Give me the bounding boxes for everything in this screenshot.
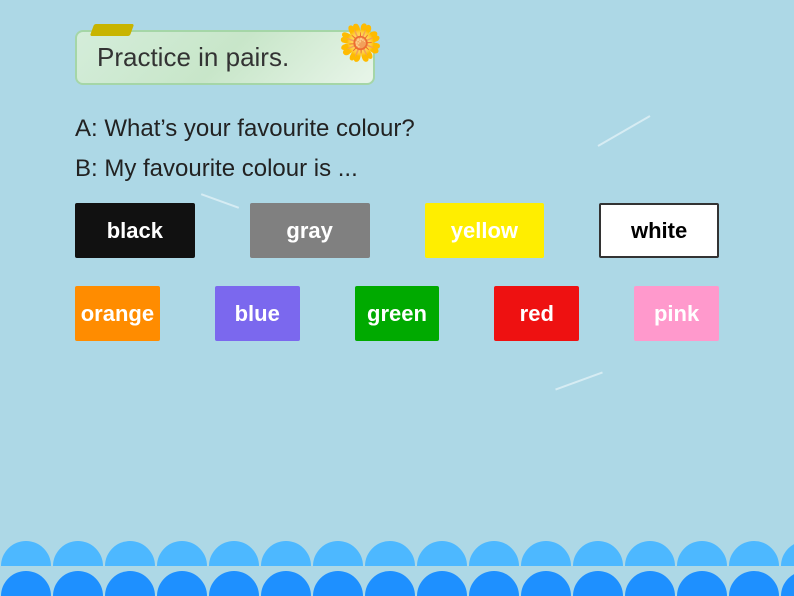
color-box-green[interactable]: green xyxy=(355,286,440,341)
wave-circle xyxy=(105,571,155,596)
wave-circle xyxy=(417,541,467,566)
wave-circle xyxy=(417,571,467,596)
color-box-black[interactable]: black xyxy=(75,203,195,258)
wave-circle xyxy=(261,571,311,596)
wave-decoration xyxy=(0,516,794,596)
wave-circle xyxy=(209,541,259,566)
question-a: A: What’s your favourite colour? xyxy=(75,115,719,143)
wave-circle xyxy=(469,541,519,566)
color-row-2: orange blue green redpink xyxy=(75,286,719,341)
wave-circle xyxy=(365,571,415,596)
color-row-1: black gray yellow white xyxy=(75,203,719,258)
wave-circle xyxy=(209,571,259,596)
wave-circle xyxy=(625,541,675,566)
wave-circle xyxy=(521,541,571,566)
color-box-pink[interactable]: pink xyxy=(634,286,719,341)
wave-circle xyxy=(365,541,415,566)
wave-circle xyxy=(573,541,623,566)
wave-circle xyxy=(53,571,103,596)
color-box-yellow[interactable]: yellow xyxy=(425,203,545,258)
wave-circle xyxy=(1,541,51,566)
wave-row-1 xyxy=(0,541,794,566)
wave-circle xyxy=(261,541,311,566)
wave-circle xyxy=(313,571,363,596)
wave-circle xyxy=(469,571,519,596)
wave-circle xyxy=(313,541,363,566)
color-box-gray[interactable]: gray xyxy=(250,203,370,258)
wave-circle xyxy=(781,541,794,566)
wave-circle xyxy=(157,571,207,596)
color-box-red[interactable]: red xyxy=(494,286,579,341)
deco-line-2 xyxy=(555,372,603,391)
wave-circle xyxy=(573,571,623,596)
wave-circle xyxy=(53,541,103,566)
wave-circle xyxy=(729,541,779,566)
color-box-white[interactable]: white xyxy=(599,203,719,258)
main-content: Practice in pairs. 🌼 A: What’s your favo… xyxy=(0,0,794,341)
wave-circle xyxy=(781,571,794,596)
color-box-blue[interactable]: blue xyxy=(215,286,300,341)
wave-circle xyxy=(521,571,571,596)
wave-circle xyxy=(105,541,155,566)
wave-circle xyxy=(729,571,779,596)
wave-circle xyxy=(625,571,675,596)
title-banner: Practice in pairs. 🌼 xyxy=(75,30,375,85)
wave-circle xyxy=(677,541,727,566)
wave-circle xyxy=(157,541,207,566)
wave-circle xyxy=(677,571,727,596)
title-text: Practice in pairs. xyxy=(97,42,289,72)
flower-icon: 🌼 xyxy=(338,22,383,64)
wave-row-2 xyxy=(0,571,794,596)
question-b: B: My favourite colour is ... xyxy=(75,155,719,183)
wave-circle xyxy=(1,571,51,596)
color-box-orange[interactable]: orange xyxy=(75,286,160,341)
